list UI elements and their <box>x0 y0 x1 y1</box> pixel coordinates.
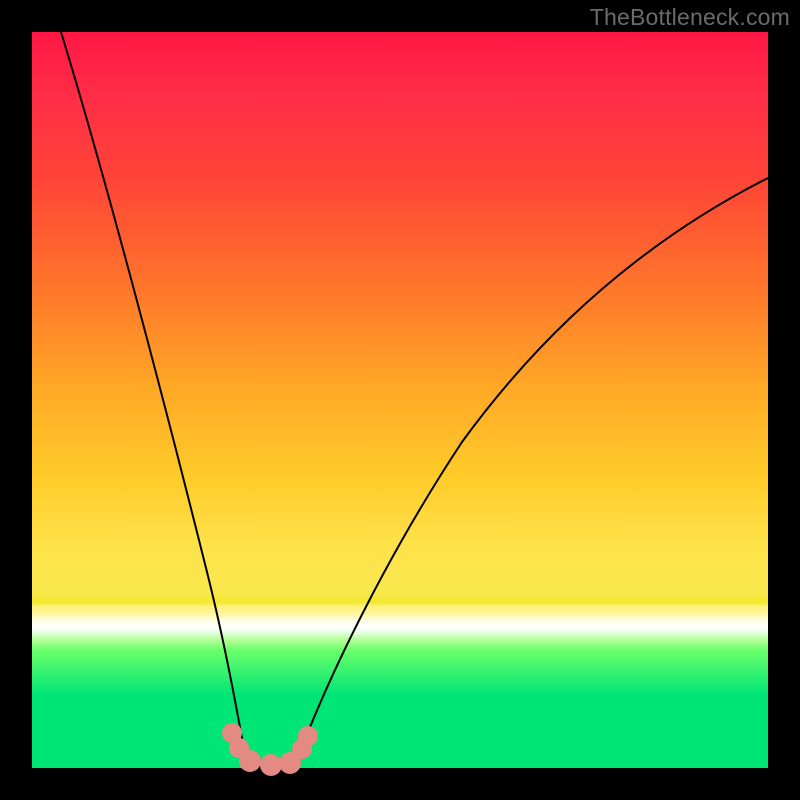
right-ascent-marker-b <box>298 726 318 746</box>
chart-svg <box>32 32 768 768</box>
attribution-text: TheBottleneck.com <box>590 4 790 31</box>
valley-floor-marker-a <box>239 750 261 772</box>
bottleneck-curve <box>61 32 768 767</box>
valley-floor-marker-b <box>260 754 282 776</box>
outer-frame: TheBottleneck.com <box>0 0 800 800</box>
plot-area <box>32 32 768 768</box>
